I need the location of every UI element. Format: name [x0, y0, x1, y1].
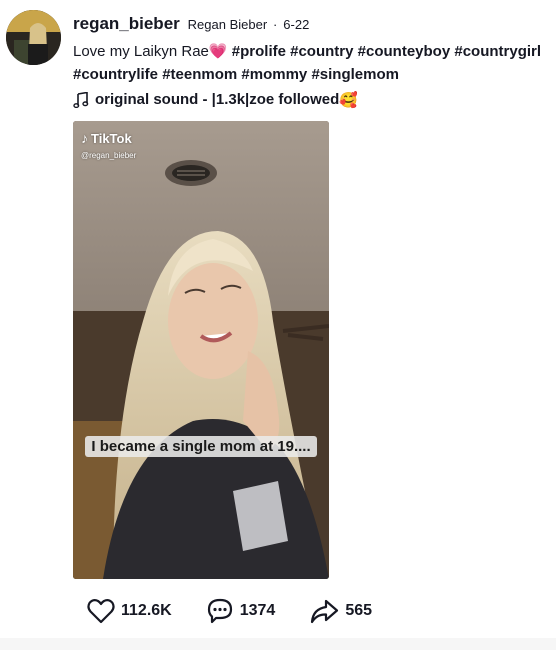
- watermark-handle: @regan_bieber: [81, 151, 137, 160]
- heart-emoji: 💗: [208, 42, 228, 60]
- avatar[interactable]: [6, 10, 61, 65]
- author-row: regan_bieber Regan Bieber · 6-22: [73, 14, 548, 35]
- action-bar: 112.6K 1374 565: [87, 597, 406, 625]
- hashtag-link[interactable]: #countrylife: [73, 66, 158, 83]
- music-note-icon: [73, 92, 89, 108]
- sound-title: original sound - |1.3k|zoe followed: [95, 91, 340, 108]
- hashtag-link[interactable]: #mommy: [241, 66, 307, 83]
- hashtag-link[interactable]: #counteyboy: [358, 43, 451, 60]
- video-frame: [73, 121, 329, 579]
- video-caption: I became a single mom at 19....: [73, 435, 329, 459]
- smiling-hearts-emoji: 🥰: [339, 91, 358, 109]
- username-link[interactable]: regan_bieber: [73, 14, 180, 33]
- hashtag-link[interactable]: #teenmom: [162, 66, 237, 83]
- meta-separator: ·: [273, 17, 278, 32]
- description-text: Love my Laikyn Rae: [73, 43, 209, 60]
- heart-icon: [87, 599, 115, 624]
- share-icon: [311, 599, 339, 624]
- comment-count: 1374: [239, 602, 276, 619]
- share-count: 565: [345, 602, 373, 619]
- like-count: 112.6K: [121, 602, 172, 619]
- share-button[interactable]: 565: [309, 598, 372, 624]
- hashtag-link[interactable]: #countrygirl: [454, 43, 541, 60]
- post-header: regan_bieber Regan Bieber · 6-22 Love my…: [73, 14, 548, 111]
- comment-icon: [207, 598, 232, 624]
- sound-link[interactable]: original sound - |1.3k|zoe followed 🥰: [73, 89, 548, 111]
- like-button[interactable]: 112.6K: [87, 598, 172, 624]
- hashtag-link[interactable]: #prolife: [232, 43, 286, 60]
- post-description: Love my Laikyn Rae💗 #prolife #country #c…: [73, 40, 548, 86]
- display-name: Regan Bieber: [187, 17, 268, 32]
- bottom-divider: [0, 638, 556, 650]
- post-date: 6-22: [283, 17, 310, 32]
- hashtag-link[interactable]: #country: [290, 43, 353, 60]
- tiktok-logo: ♪ TikTok: [81, 130, 132, 146]
- tiktok-brand: TikTok: [91, 130, 132, 146]
- video-player[interactable]: ♪ TikTok @regan_bieber I became a single…: [73, 121, 329, 579]
- comment-button[interactable]: 1374: [206, 597, 276, 625]
- video-caption-text: I became a single mom at 19....: [85, 436, 317, 457]
- tiktok-note-icon: ♪: [81, 130, 88, 146]
- hashtag-link[interactable]: #singlemom: [311, 66, 399, 83]
